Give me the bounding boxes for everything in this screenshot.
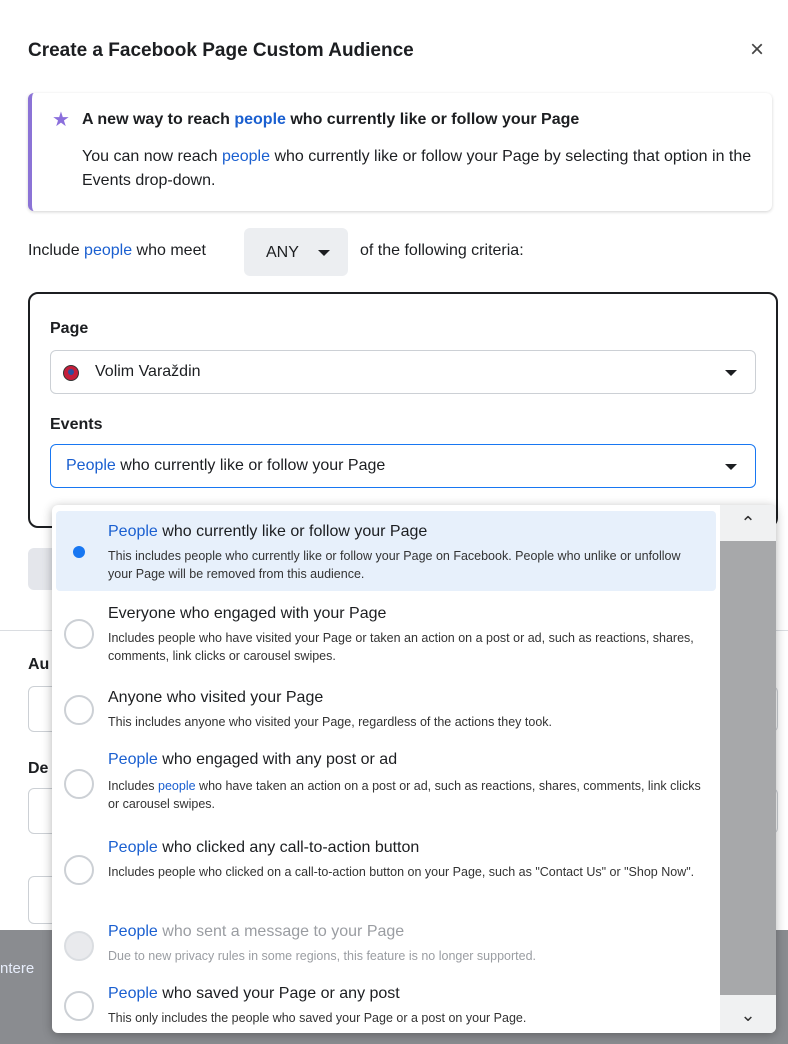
radio-unselected[interactable] [64, 991, 94, 1021]
option-description: Includes people who have taken an action… [108, 779, 701, 811]
event-option-engaged-page[interactable]: Everyone who engaged with your Page Incl… [56, 595, 716, 675]
option-title: People who clicked any call-to-action bu… [108, 839, 420, 856]
option-description: This only includes the people who saved … [108, 1011, 527, 1025]
radio-unselected[interactable] [64, 619, 94, 649]
match-type-value: ANY [266, 244, 299, 261]
event-option-cta-click[interactable]: People who clicked any call-to-action bu… [56, 833, 716, 913]
caret-down-icon [318, 250, 330, 256]
star-icon: ★ [52, 109, 70, 131]
events-select[interactable]: People who currently like or follow your… [50, 444, 756, 488]
radio-unselected[interactable] [64, 695, 94, 725]
dropdown-scrollbar[interactable]: ⌃ ⌄ [720, 505, 776, 1033]
events-label: Events [50, 416, 103, 433]
background-interests-link[interactable]: ntere [0, 960, 34, 977]
option-description: This includes people who currently like … [108, 549, 681, 581]
radio-disabled [64, 931, 94, 961]
criteria-suffix-text: of the following criteria: [360, 242, 524, 259]
event-option-saved-page[interactable]: People who saved your Page or any post T… [56, 979, 716, 1033]
events-select-value: People who currently like or follow your… [66, 457, 386, 474]
audience-name-label: Au [28, 656, 50, 673]
event-option-engaged-post[interactable]: People who engaged with any post or ad I… [56, 745, 716, 825]
banner-body: You can now reach people who currently l… [82, 148, 752, 189]
page-avatar [63, 365, 79, 381]
match-type-dropdown[interactable]: ANY [244, 228, 348, 276]
caret-down-icon [725, 370, 737, 376]
info-banner: ★ A new way to reach people who currentl… [28, 93, 772, 211]
event-option-visited-page[interactable]: Anyone who visited your Page This includ… [56, 681, 716, 739]
include-people-link[interactable]: people [84, 242, 132, 259]
radio-unselected[interactable] [64, 855, 94, 885]
option-title: Anyone who visited your Page [108, 689, 324, 706]
include-criteria-text: Include people who meet [28, 242, 206, 259]
rule-box: Page Volim Varaždin Events People who cu… [28, 292, 778, 528]
option-title: People who currently like or follow your… [108, 523, 428, 540]
page-select[interactable]: Volim Varaždin [50, 350, 756, 394]
radio-unselected[interactable] [64, 769, 94, 799]
page-label: Page [50, 320, 89, 337]
events-dropdown-menu: People who currently like or follow your… [52, 505, 776, 1033]
option-title: People who saved your Page or any post [108, 985, 400, 1002]
option-description: Includes people who have visited your Pa… [108, 631, 694, 663]
option-title: People who engaged with any post or ad [108, 751, 398, 768]
banner-title: A new way to reach people who currently … [82, 111, 580, 128]
dialog-title: Create a Facebook Page Custom Audience [28, 40, 414, 61]
chevron-up-icon[interactable]: ⌃ [720, 507, 776, 539]
close-icon[interactable]: × [750, 36, 764, 64]
option-description: This includes anyone who visited your Pa… [108, 715, 553, 729]
banner-title-link[interactable]: people [234, 111, 286, 128]
caret-down-icon [725, 464, 737, 470]
radio-selected[interactable] [64, 537, 94, 567]
option-description: Due to new privacy rules in some regions… [108, 949, 537, 963]
option-title: Everyone who engaged with your Page [108, 605, 387, 622]
scrollbar-thumb[interactable] [720, 541, 776, 995]
chevron-down-icon[interactable]: ⌄ [720, 999, 776, 1031]
option-description: Includes people who clicked on a call-to… [108, 865, 695, 879]
event-option-sent-message: People who sent a message to your Page D… [56, 917, 716, 973]
event-option-current-likes[interactable]: People who currently like or follow your… [56, 511, 716, 591]
description-label: De [28, 760, 49, 777]
option-title: People who sent a message to your Page [108, 923, 405, 940]
banner-body-link[interactable]: people [222, 148, 270, 165]
page-select-value: Volim Varaždin [95, 363, 201, 380]
